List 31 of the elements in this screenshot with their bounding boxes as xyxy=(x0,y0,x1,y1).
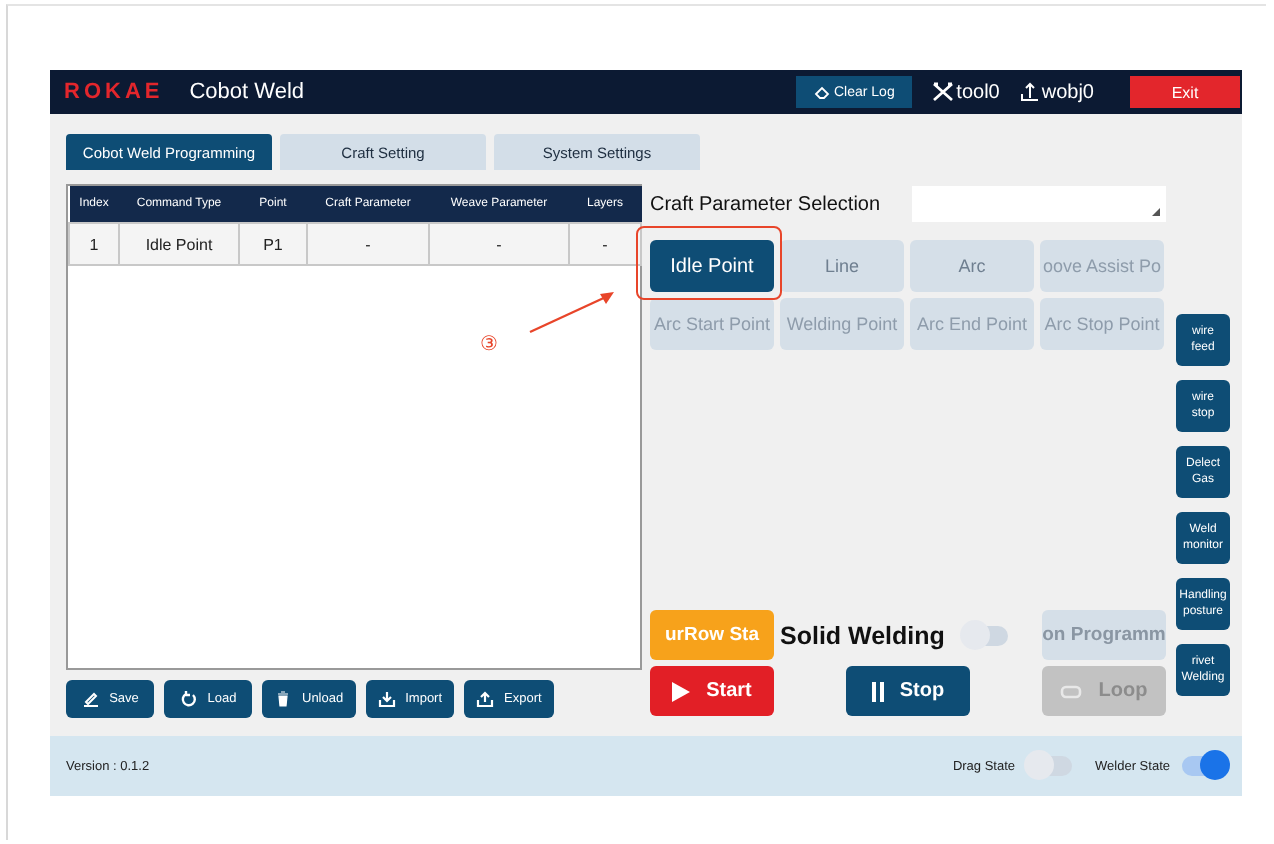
toggle-switch[interactable] xyxy=(964,625,1009,645)
app-title: Cobot Weld xyxy=(189,80,305,104)
arrow xyxy=(528,288,616,336)
table-cell: - xyxy=(307,223,429,265)
table-cell: P1 xyxy=(239,223,307,265)
table-cell: - xyxy=(429,223,569,265)
point-type-button[interactable]: Idle Point xyxy=(650,240,774,292)
exit-button[interactable]: Exit xyxy=(1130,76,1240,108)
wobj-button[interactable]: wobj0 xyxy=(1019,81,1094,103)
toggle-switch[interactable] xyxy=(1182,756,1226,776)
loop-icon xyxy=(1060,683,1083,699)
refresh-icon xyxy=(179,690,198,708)
tool-button[interactable]: tool0 xyxy=(932,81,1000,103)
trash-icon xyxy=(274,690,292,708)
solid-welding-label: Solid Welding xyxy=(780,621,945,649)
logo: ROKAE xyxy=(64,80,164,104)
start-button[interactable]: Start xyxy=(650,666,774,716)
table-cell: - xyxy=(569,223,641,265)
section-title: Craft Parameter Selection xyxy=(650,193,881,215)
pencil-icon xyxy=(81,690,100,708)
stop-button[interactable]: Stop xyxy=(846,666,970,716)
play-icon xyxy=(672,681,691,701)
pause-icon xyxy=(871,681,884,701)
upload-icon xyxy=(476,690,495,708)
table-cell: Idle Point xyxy=(119,223,239,265)
coordinate-icon xyxy=(1019,82,1040,102)
tools-icon xyxy=(932,82,955,102)
table-cell: 1 xyxy=(69,223,119,265)
dropdown[interactable] xyxy=(912,186,1166,222)
download-icon xyxy=(377,690,396,708)
step-marker: ③ xyxy=(480,332,498,356)
